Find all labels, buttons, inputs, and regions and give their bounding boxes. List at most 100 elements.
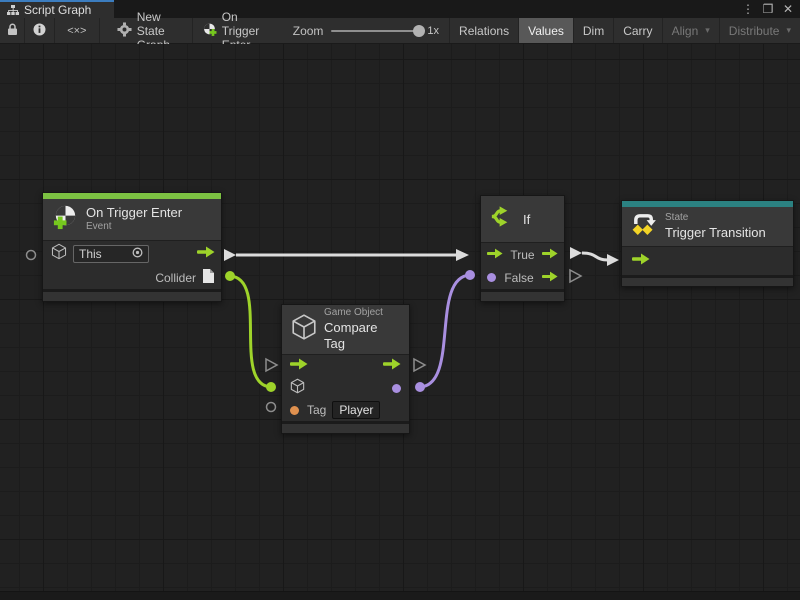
event-graph-icon bbox=[202, 22, 217, 40]
trigger-transition-icon bbox=[631, 211, 658, 242]
window-bottom-edge bbox=[0, 591, 800, 600]
node-trigger-transition[interactable]: State Trigger Transition bbox=[621, 200, 794, 287]
node-on-trigger-enter[interactable]: On Trigger Enter Event This bbox=[42, 192, 222, 302]
node-title: Compare Tag bbox=[324, 320, 400, 353]
zoom-label: Zoom bbox=[293, 24, 324, 38]
node-footer bbox=[481, 289, 564, 301]
wire-control-ote-to-if[interactable] bbox=[224, 249, 469, 261]
node-body: This Collider bbox=[43, 241, 221, 289]
node-compare-tag[interactable]: Game Object Compare Tag bbox=[281, 304, 410, 434]
state-graph-icon bbox=[117, 22, 132, 40]
true-output-port[interactable] bbox=[542, 246, 558, 264]
dim-button[interactable]: Dim bbox=[573, 18, 613, 43]
values-button[interactable]: Values bbox=[518, 18, 573, 43]
game-object-input-port[interactable] bbox=[290, 378, 305, 399]
view-toggle-group: Relations Values Dim Carry Align ▾ Distri… bbox=[449, 18, 800, 43]
tag-input-port[interactable] bbox=[290, 406, 299, 415]
false-port-label: False bbox=[504, 271, 533, 285]
values-label: Values bbox=[528, 24, 564, 38]
maximize-icon[interactable]: ❒ bbox=[760, 1, 776, 17]
carry-label: Carry bbox=[623, 24, 652, 38]
collider-document-icon[interactable] bbox=[202, 268, 215, 289]
code-brackets-icon: <×> bbox=[67, 25, 86, 37]
lock-icon bbox=[7, 23, 18, 39]
port-row-true: True bbox=[481, 243, 564, 266]
window-menu-icon[interactable]: ⋮ bbox=[740, 1, 756, 17]
this-value: This bbox=[79, 247, 102, 261]
false-output-port[interactable] bbox=[542, 269, 558, 287]
graph-toolbar: <×> New State Graph On Trigger Enter Zoo… bbox=[0, 18, 800, 44]
true-port-label: True bbox=[510, 248, 534, 262]
tag-value-field[interactable]: Player bbox=[332, 401, 380, 419]
node-footer bbox=[282, 421, 409, 433]
carry-button[interactable]: Carry bbox=[613, 18, 661, 43]
wire-bool-comparetag-to-if[interactable] bbox=[415, 270, 475, 392]
script-graph-window: Script Graph ⋮ ❒ ✕ <×> New State Graph bbox=[0, 0, 800, 600]
info-button[interactable] bbox=[25, 18, 55, 43]
info-icon bbox=[33, 23, 46, 39]
tab-title: Script Graph bbox=[24, 3, 91, 17]
unconnected-port-triangle[interactable] bbox=[266, 359, 277, 371]
control-output-port[interactable] bbox=[197, 245, 215, 263]
wire-collider-to-comparetag[interactable] bbox=[225, 271, 276, 392]
node-category: Game Object bbox=[324, 307, 400, 320]
relations-button[interactable]: Relations bbox=[449, 18, 518, 43]
node-body bbox=[622, 247, 793, 275]
port-row-tag: Tag Player bbox=[282, 399, 409, 421]
node-title: Trigger Transition bbox=[665, 225, 766, 241]
port-row-this: This bbox=[43, 241, 221, 267]
wire-true-if-to-transition[interactable] bbox=[570, 247, 619, 266]
zoom-value: 1x bbox=[427, 25, 439, 37]
port-row-collider: Collider bbox=[43, 267, 221, 289]
node-footer bbox=[622, 275, 793, 286]
node-header: If bbox=[481, 196, 564, 243]
unconnected-port-ring[interactable] bbox=[267, 403, 276, 412]
control-input-port[interactable] bbox=[487, 246, 503, 264]
chevron-down-icon: ▾ bbox=[705, 25, 710, 36]
branch-icon bbox=[490, 204, 515, 234]
edit-code-button[interactable]: <×> bbox=[55, 18, 100, 43]
close-icon[interactable]: ✕ bbox=[780, 1, 796, 17]
window-controls: ⋮ ❒ ✕ bbox=[740, 0, 796, 18]
zoom-slider[interactable] bbox=[331, 30, 419, 32]
title-bar: Script Graph ⋮ ❒ ✕ bbox=[0, 0, 800, 18]
breadcrumb[interactable]: On Trigger Enter bbox=[193, 18, 275, 43]
unconnected-port-triangle[interactable] bbox=[570, 270, 581, 282]
game-object-cube-icon bbox=[291, 313, 317, 346]
tab-script-graph[interactable]: Script Graph bbox=[0, 0, 114, 18]
control-output-port[interactable] bbox=[383, 357, 401, 375]
unconnected-port-ring[interactable] bbox=[27, 251, 36, 260]
node-header: State Trigger Transition bbox=[622, 207, 793, 247]
this-object-dropdown[interactable]: This bbox=[73, 245, 149, 263]
tag-port-label: Tag bbox=[307, 403, 326, 417]
collider-port-label: Collider bbox=[155, 271, 196, 285]
lock-button[interactable] bbox=[0, 18, 25, 43]
node-if[interactable]: If True False bbox=[480, 195, 565, 302]
dim-label: Dim bbox=[583, 24, 604, 38]
node-header: On Trigger Enter Event bbox=[43, 199, 221, 241]
node-body: True False bbox=[481, 243, 564, 289]
control-input-port[interactable] bbox=[290, 357, 308, 375]
node-category: State bbox=[665, 212, 766, 225]
control-input-port[interactable] bbox=[632, 252, 650, 270]
game-object-cube-icon bbox=[51, 243, 67, 265]
zoom-slider-knob[interactable] bbox=[413, 25, 425, 37]
graph-canvas[interactable]: On Trigger Enter Event This bbox=[0, 44, 800, 600]
chevron-down-icon: ▾ bbox=[786, 25, 791, 36]
on-trigger-enter-icon bbox=[52, 204, 79, 236]
node-footer bbox=[43, 289, 221, 301]
boolean-output-port[interactable] bbox=[392, 384, 401, 393]
distribute-dropdown[interactable]: Distribute▾ bbox=[719, 18, 800, 43]
node-body: Tag Player bbox=[282, 355, 409, 421]
align-dropdown[interactable]: Align ▾ bbox=[662, 18, 719, 43]
new-state-graph-button[interactable]: New State Graph bbox=[108, 18, 193, 43]
align-label: Align bbox=[672, 24, 699, 38]
relations-label: Relations bbox=[459, 24, 509, 38]
port-row-false: False bbox=[481, 266, 564, 289]
port-row-control bbox=[622, 247, 793, 275]
tag-value: Player bbox=[339, 403, 373, 417]
unconnected-port-triangle[interactable] bbox=[414, 359, 425, 371]
node-title: On Trigger Enter bbox=[86, 205, 182, 221]
node-title: If bbox=[523, 212, 530, 227]
condition-input-port[interactable] bbox=[487, 273, 496, 282]
